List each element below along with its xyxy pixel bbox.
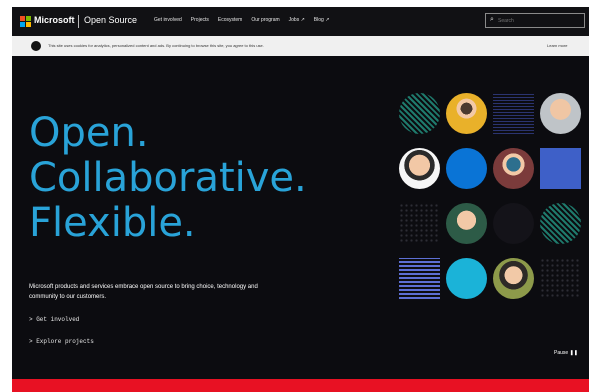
dark-circle (493, 203, 534, 244)
dotted-tile (399, 203, 440, 244)
dark-pattern-tile (493, 93, 534, 134)
search-input[interactable] (498, 15, 580, 26)
hero-line-collaborative: Collaborative. (29, 155, 307, 201)
site-title[interactable]: Open Source (84, 15, 137, 25)
cookie-dismiss-link[interactable]: Learn more (547, 43, 567, 48)
person-avatar (446, 203, 487, 244)
brand-name[interactable]: Microsoft (34, 15, 75, 25)
nav-item-jobs[interactable]: Jobs ↗ (289, 17, 305, 23)
nav-item-blog[interactable]: Blog ↗ (314, 17, 330, 23)
nav-item-projects[interactable]: Projects (191, 17, 209, 23)
explore-projects-link[interactable]: > Explore projects (29, 338, 94, 345)
header-divider (78, 15, 79, 28)
person-avatar (493, 258, 534, 299)
dotted-tile (540, 258, 581, 299)
page-frame: Microsoft Open Source Get involved Proje… (12, 7, 589, 382)
hero-description: Microsoft products and services embrace … (29, 284, 258, 300)
nav-item-get-involved[interactable]: Get involved (154, 17, 182, 23)
main-nav: Get involved Projects Ecosystem Our prog… (154, 17, 329, 23)
person-avatar (540, 93, 581, 134)
bottom-red-bar (12, 379, 589, 392)
nav-item-our-program[interactable]: Our program (251, 17, 279, 23)
person-avatar (493, 148, 534, 189)
hero-line-open: Open. (29, 110, 149, 156)
blue-stripe-square (399, 258, 440, 299)
hero-line-flexible: Flexible. (29, 200, 196, 246)
blue-square (540, 148, 581, 189)
nav-item-ecosystem[interactable]: Ecosystem (218, 17, 242, 23)
teal-stripe-circle (399, 93, 440, 134)
search-icon[interactable]: ⌕ (490, 16, 494, 24)
cookie-message: This site uses cookies for analytics, pe… (48, 43, 264, 48)
microsoft-logo-icon[interactable] (20, 16, 31, 27)
get-involved-link[interactable]: > Get involved (29, 316, 79, 323)
search-box[interactable]: ⌕ (485, 13, 585, 28)
info-icon (31, 41, 41, 51)
blue-circle (446, 148, 487, 189)
person-avatar (446, 93, 487, 134)
hero-heading: Open. Collaborative. Flexible. (29, 111, 307, 246)
pause-button[interactable]: Pause ❚❚ (554, 350, 578, 356)
cookie-banner: This site uses cookies for analytics, pe… (12, 36, 589, 56)
top-navigation-bar: Microsoft Open Source Get involved Proje… (12, 7, 589, 36)
person-avatar (399, 148, 440, 189)
teal-stripe-circle (540, 203, 581, 244)
cyan-circle (446, 258, 487, 299)
